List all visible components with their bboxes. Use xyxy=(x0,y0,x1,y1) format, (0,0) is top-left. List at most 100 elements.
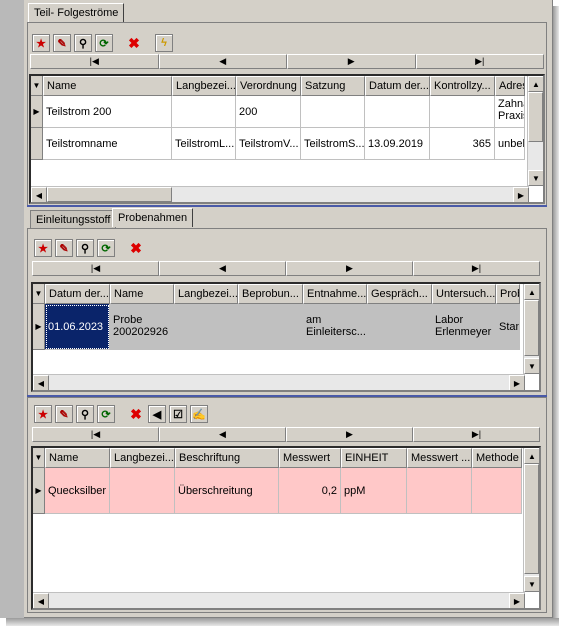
nav-prev-button[interactable]: ◀ xyxy=(158,54,287,69)
nav-last-button[interactable]: ▶| xyxy=(413,261,540,276)
vertical-scrollbar[interactable]: ▲ ▼ xyxy=(523,284,539,374)
column-header[interactable]: Langbezei... xyxy=(174,284,238,304)
vertical-scrollbar[interactable]: ▲ ▼ xyxy=(527,76,543,186)
lightning-icon[interactable]: ϟ xyxy=(155,34,173,52)
tab-teil-folgestroeme[interactable]: Teil- Folgeströme xyxy=(28,3,125,22)
column-header[interactable]: Name xyxy=(43,76,172,96)
vertical-scrollbar[interactable]: ▲ ▼ xyxy=(523,448,539,592)
nav-next-button[interactable]: ▶ xyxy=(287,54,416,69)
column-header[interactable]: Beschriftung xyxy=(175,448,279,468)
table-cell[interactable] xyxy=(174,304,238,350)
column-header[interactable]: Name xyxy=(110,284,174,304)
table-cell[interactable] xyxy=(172,96,236,128)
scroll-left-icon[interactable]: ◀ xyxy=(33,375,49,390)
column-menu-icon[interactable]: ▼ xyxy=(31,76,43,96)
table-cell[interactable]: am Einleitersc... xyxy=(303,304,367,350)
table-cell[interactable]: Teilstromname xyxy=(43,128,172,160)
delete-icon[interactable]: ✖ xyxy=(125,34,143,52)
edit-icon[interactable]: ✎ xyxy=(55,405,73,423)
column-header[interactable]: Messwert xyxy=(279,448,341,468)
refresh-icon[interactable]: ⟳ xyxy=(95,34,113,52)
table-cell[interactable]: 0,2 xyxy=(279,468,341,514)
scroll-left-icon[interactable]: ◀ xyxy=(31,187,47,202)
table-cell[interactable]: TeilstromL... xyxy=(172,128,236,160)
table-row[interactable]: ▶ Teilstrom 200 200 Zahnarzt Praxis xyxy=(31,96,525,128)
table-cell[interactable]: Probe 200202926 xyxy=(110,304,174,350)
search-icon[interactable]: ⚲ xyxy=(76,239,94,257)
scroll-thumb[interactable] xyxy=(47,187,172,202)
table-cell[interactable] xyxy=(301,96,365,128)
back-icon[interactable]: ◀ xyxy=(148,405,166,423)
nav-prev-button[interactable]: ◀ xyxy=(159,261,286,276)
edit-icon[interactable]: ✎ xyxy=(55,239,73,257)
column-header[interactable]: Kontrollzy... xyxy=(430,76,495,96)
table-cell[interactable] xyxy=(430,96,495,128)
edit-icon[interactable]: ✎ xyxy=(53,34,71,52)
column-menu-icon[interactable]: ▼ xyxy=(33,284,45,304)
horizontal-scrollbar[interactable]: ◀ ▶ xyxy=(33,374,525,390)
column-header[interactable]: Gespräch... xyxy=(367,284,432,304)
table-cell[interactable]: Überschreitung xyxy=(175,468,279,514)
scroll-down-icon[interactable]: ▼ xyxy=(524,358,539,374)
scroll-down-icon[interactable]: ▼ xyxy=(528,170,543,186)
column-header[interactable]: Langbezei... xyxy=(110,448,175,468)
nav-first-button[interactable]: |◀ xyxy=(32,427,159,442)
table-cell[interactable] xyxy=(238,304,303,350)
column-header[interactable]: Untersuch... xyxy=(432,284,496,304)
nav-prev-button[interactable]: ◀ xyxy=(159,427,286,442)
column-header[interactable]: Satzung xyxy=(301,76,365,96)
table-cell[interactable]: Teilstrom 200 xyxy=(43,96,172,128)
table-cell[interactable] xyxy=(110,468,175,514)
column-header[interactable]: Adresse xyxy=(495,76,525,96)
scroll-up-icon[interactable]: ▲ xyxy=(524,284,539,300)
column-header[interactable]: Beprobun... xyxy=(238,284,303,304)
table-cell[interactable]: TeilstromV... xyxy=(236,128,301,160)
scroll-right-icon[interactable]: ▶ xyxy=(509,375,525,390)
nav-first-button[interactable]: |◀ xyxy=(32,261,159,276)
table-cell[interactable] xyxy=(367,304,432,350)
table-row[interactable]: ▶ Quecksilber Überschreitung 0,2 ppM xyxy=(33,468,522,514)
table-cell[interactable]: ppM xyxy=(341,468,407,514)
table-cell[interactable]: Stan xyxy=(496,304,520,350)
column-header[interactable]: Entnahme... xyxy=(303,284,367,304)
refresh-icon[interactable]: ⟳ xyxy=(97,405,115,423)
delete-icon[interactable]: ✖ xyxy=(127,405,145,423)
table-row[interactable]: ▶ 01.06.2023 Probe 200202926 am Einleite… xyxy=(33,304,520,350)
table-cell-selected[interactable]: 01.06.2023 xyxy=(45,304,110,350)
column-header[interactable]: Langbezei... xyxy=(172,76,236,96)
nav-last-button[interactable]: ▶| xyxy=(413,427,540,442)
column-header[interactable]: Probe xyxy=(496,284,520,304)
nav-last-button[interactable]: ▶| xyxy=(415,54,544,69)
column-header[interactable]: Verordnung xyxy=(236,76,301,96)
search-icon[interactable]: ⚲ xyxy=(76,405,94,423)
column-header[interactable]: Datum der... xyxy=(45,284,110,304)
search-icon[interactable]: ⚲ xyxy=(74,34,92,52)
table-row[interactable]: Teilstromname TeilstromL... TeilstromV..… xyxy=(31,128,525,160)
nav-next-button[interactable]: ▶ xyxy=(286,427,413,442)
scroll-up-icon[interactable]: ▲ xyxy=(524,448,539,464)
column-header[interactable]: Messwert ... xyxy=(407,448,472,468)
tab-einleitungsstoff[interactable]: Einleitungsstoff xyxy=(30,210,117,229)
table-cell[interactable]: 365 xyxy=(430,128,495,160)
signature-icon[interactable]: ✍ xyxy=(190,405,208,423)
scroll-up-icon[interactable]: ▲ xyxy=(528,76,543,92)
delete-icon[interactable]: ✖ xyxy=(127,239,145,257)
table-cell[interactable] xyxy=(407,468,472,514)
table-cell[interactable]: Quecksilber xyxy=(45,468,110,514)
scroll-thumb[interactable] xyxy=(528,92,543,142)
scroll-thumb[interactable] xyxy=(524,464,539,574)
column-header[interactable]: Methode xyxy=(472,448,522,468)
nav-first-button[interactable]: |◀ xyxy=(30,54,159,69)
table-cell[interactable] xyxy=(472,468,522,514)
scroll-left-icon[interactable]: ◀ xyxy=(33,593,49,608)
column-header[interactable]: EINHEIT xyxy=(341,448,407,468)
horizontal-scrollbar[interactable]: ◀ ▶ xyxy=(31,186,529,202)
scroll-thumb[interactable] xyxy=(524,300,539,356)
table-cell[interactable]: Labor Erlenmeyer xyxy=(432,304,496,350)
table-cell[interactable]: 13.09.2019 xyxy=(365,128,430,160)
column-menu-icon[interactable]: ▼ xyxy=(33,448,45,468)
splitter-line[interactable] xyxy=(27,205,547,207)
horizontal-scrollbar[interactable]: ◀ ▶ xyxy=(33,592,525,608)
add-icon[interactable]: ★ xyxy=(32,34,50,52)
add-icon[interactable]: ★ xyxy=(34,239,52,257)
